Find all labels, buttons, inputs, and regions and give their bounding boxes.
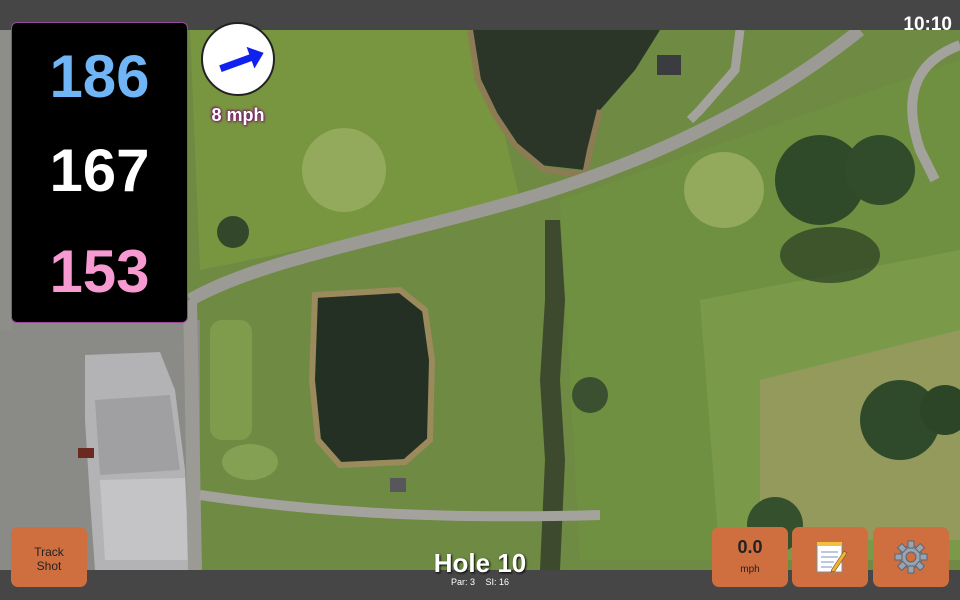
distance-panel: 186 167 153 — [11, 22, 188, 323]
track-shot-button[interactable]: Track Shot — [11, 527, 87, 587]
speed-value: 0.0 — [737, 537, 763, 557]
middle-distance: 167 — [49, 137, 150, 204]
back-distance: 186 — [49, 43, 150, 110]
wind-indicator — [201, 22, 275, 96]
hole-par: Par: 3 — [450, 577, 475, 587]
settings-button[interactable] — [873, 527, 949, 587]
speed-unit: mph — [740, 564, 760, 575]
gear-icon — [894, 540, 928, 574]
notes-button[interactable] — [792, 527, 868, 587]
wind-speed: 8 mph — [211, 105, 265, 125]
track-shot-label-line2: Shot — [36, 559, 62, 573]
wind-arrow-icon — [219, 46, 264, 72]
track-shot-label-line1: Track — [34, 545, 64, 559]
hole-details: Par: 3 SI: 16 — [380, 577, 580, 587]
notepad-icon — [816, 542, 848, 573]
speed-button[interactable]: 0.0 mph — [712, 527, 788, 587]
hole-stroke-index: SI: 16 — [485, 577, 510, 587]
hole-title: Hole 10 — [433, 548, 527, 578]
front-distance: 153 — [49, 238, 150, 305]
